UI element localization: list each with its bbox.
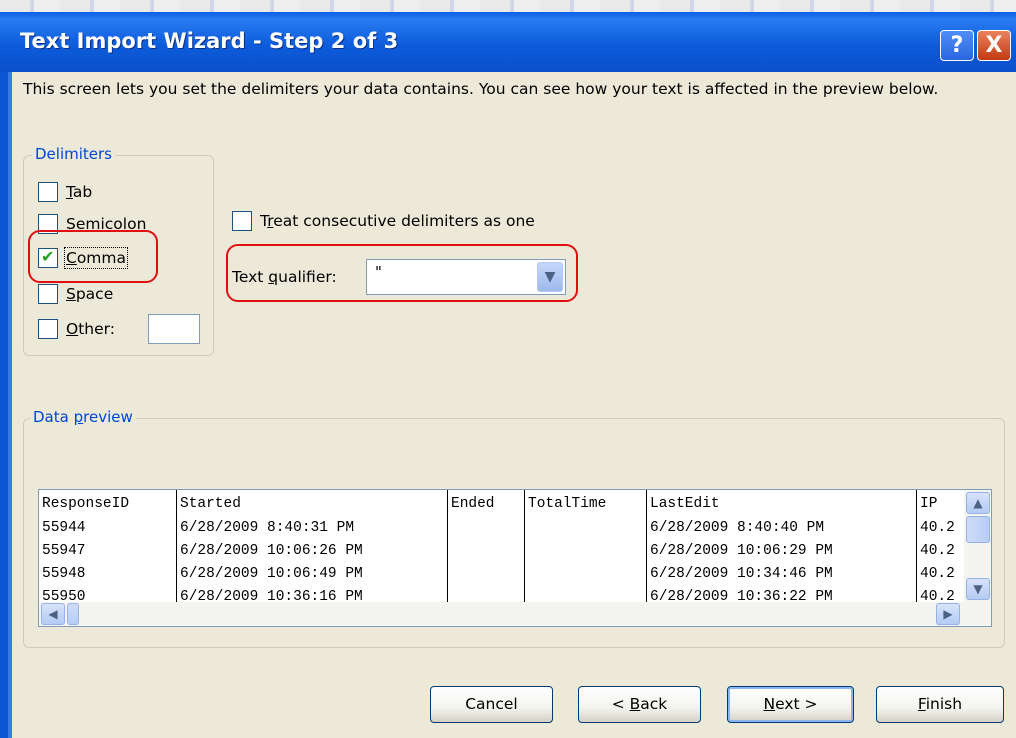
next-button[interactable]: Next > <box>727 686 854 723</box>
preview-column: Ended <box>447 490 495 603</box>
other-checkbox-label: Other: <box>66 320 115 338</box>
horizontal-scroll-thumb[interactable] <box>67 603 79 625</box>
preview-header-cell: TotalTime <box>528 496 607 512</box>
preview-header-cell: LastEdit <box>650 496 720 512</box>
other-checkbox[interactable] <box>38 319 58 339</box>
data-preview-group-title: Data preview <box>30 408 136 426</box>
horizontal-scrollbar[interactable]: ◀ ▶ <box>39 602 991 626</box>
preview-cell: 55948 <box>42 566 86 582</box>
instructions-text: This screen lets you set the delimiters … <box>23 80 939 98</box>
preview-column: IP 40.2 40.2 40.2 40.2 <box>916 490 955 605</box>
tab-checkbox-row[interactable]: Tab <box>38 180 92 204</box>
preview-header-cell: ResponseID <box>42 496 130 512</box>
delimiters-group-title: Delimiters <box>32 145 115 163</box>
preview-cell: 6/28/2009 10:34:46 PM <box>650 566 833 582</box>
scroll-left-icon[interactable]: ◀ <box>41 603 65 625</box>
preview-column: LastEdit 6/28/2009 8:40:40 PM 6/28/2009 10… <box>646 490 833 605</box>
scroll-up-icon[interactable]: ▲ <box>966 492 990 514</box>
preview-cell: 6/28/2009 8:40:31 PM <box>180 520 355 536</box>
preview-cell: 6/28/2009 8:40:40 PM <box>650 520 825 536</box>
title-bar[interactable]: Text Import Wizard - Step 2 of 3 ? X <box>0 12 1016 72</box>
back-button[interactable]: < Back <box>578 686 701 723</box>
data-preview-grid: ResponseID 55944 55947 55948 55950 Started 6/2… <box>39 490 964 605</box>
consecutive-delimiters-row[interactable]: Treat consecutive delimiters as one <box>232 209 535 233</box>
consecutive-delimiters-checkbox[interactable] <box>232 211 252 231</box>
cancel-button[interactable]: Cancel <box>430 686 553 723</box>
comma-highlight-annotation <box>28 230 158 283</box>
preview-cell: 6/28/2009 10:06:26 PM <box>180 543 363 559</box>
close-button[interactable]: X <box>977 30 1011 61</box>
window-frame-left <box>0 72 12 738</box>
tab-checkbox-label: Tab <box>66 183 93 201</box>
help-icon: ? <box>950 33 964 58</box>
tab-checkbox[interactable] <box>38 182 58 202</box>
other-delimiter-input[interactable] <box>148 314 200 344</box>
preview-cell: 55947 <box>42 543 86 559</box>
scroll-down-icon[interactable]: ▼ <box>966 578 990 600</box>
preview-header-cell: IP <box>920 496 938 512</box>
background-window-strip <box>0 0 1016 12</box>
space-checkbox[interactable] <box>38 284 58 304</box>
finish-button[interactable]: Finish <box>876 686 1004 723</box>
preview-header-cell: Ended <box>451 496 495 512</box>
close-icon: X <box>985 33 1003 58</box>
preview-column: Started 6/28/2009 8:40:31 PM 6/28/2009 10:… <box>176 490 363 605</box>
preview-cell: 40.2 <box>920 520 955 536</box>
preview-cell: 6/28/2009 10:06:49 PM <box>180 566 363 582</box>
data-preview-table[interactable]: ResponseID 55944 55947 55948 55950 Started 6/2… <box>38 489 992 627</box>
preview-cell: 6/28/2009 10:06:29 PM <box>650 543 833 559</box>
text-qualifier-highlight-annotation <box>226 244 578 302</box>
space-checkbox-label: Space <box>66 285 114 303</box>
window-title: Text Import Wizard - Step 2 of 3 <box>20 29 399 53</box>
vertical-scroll-thumb[interactable] <box>966 516 990 543</box>
help-button[interactable]: ? <box>940 30 974 61</box>
preview-cell: 40.2 <box>920 566 955 582</box>
consecutive-delimiters-label: Treat consecutive delimiters as one <box>260 212 535 230</box>
other-checkbox-row[interactable]: Other: <box>38 317 115 341</box>
preview-header-cell: Started <box>180 496 241 512</box>
preview-cell: 40.2 <box>920 543 955 559</box>
preview-cell: 55944 <box>42 520 86 536</box>
preview-column: TotalTime <box>524 490 606 603</box>
space-checkbox-row[interactable]: Space <box>38 282 113 306</box>
scroll-right-icon[interactable]: ▶ <box>936 603 960 625</box>
vertical-scrollbar[interactable]: ▲ ▼ <box>964 490 991 602</box>
